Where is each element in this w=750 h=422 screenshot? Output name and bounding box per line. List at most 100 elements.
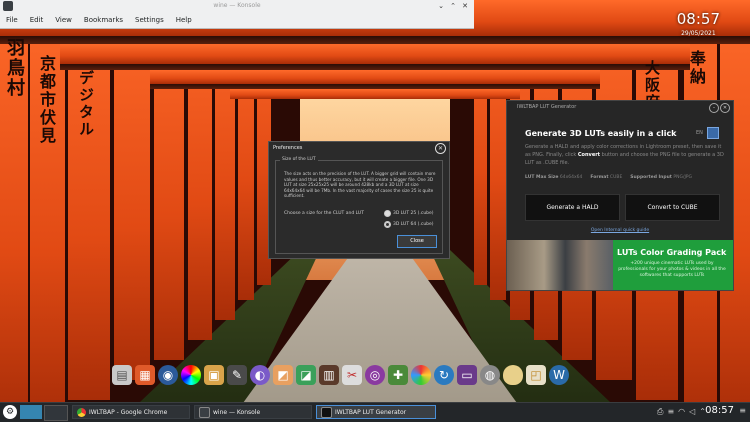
minimize-icon[interactable]: ⌄ [436,1,446,11]
clock-time: 08:57 [676,10,720,28]
preferences-dialog: Preferences ✕ Size of the LUT The size a… [268,141,450,259]
draw-icon[interactable]: ◪ [296,365,316,385]
virtual-desktop-1[interactable] [20,405,42,419]
stat-max-size: LUT Max Size 64x64x64 [525,175,582,180]
dock: ▤ ▦ ◉ ▣ ✎ ◐ ◩ ◪ ▥ ✂ ◎ ✚ ↻ ▭ ◍ ◰ W [112,365,569,385]
film-icon[interactable]: ▭ [457,365,477,385]
group-label: Size of the LUT [280,157,318,162]
close-icon[interactable]: ✕ [435,143,446,154]
puzzle-icon[interactable]: ✚ [388,365,408,385]
wallpaper-inscription: 京都市伏見 [37,55,56,145]
menubar: File Edit View Bookmarks Settings Help [0,12,198,28]
show-desktop-icon[interactable]: ≡ [739,406,746,415]
radio-unselected-icon[interactable] [384,210,391,217]
dialog-title: Preferences [273,145,303,151]
menu-file[interactable]: File [0,16,24,24]
task-lut-generator[interactable]: IWLTBAP LUT Generator [316,405,436,419]
torii-ceiling [150,70,600,84]
radio-selected-icon[interactable] [384,221,391,228]
wifi-icon[interactable]: ◠ [678,407,685,417]
promo-banner[interactable]: LUTs Color Grading Pack +200 unique cine… [507,240,733,290]
stat-value: CUBE [609,175,623,180]
quick-guide-link[interactable]: Open Internal quick guide [507,228,733,233]
task-label: IWLTBAP - Google Chrome [89,408,168,416]
menu-bookmarks[interactable]: Bookmarks [78,16,129,24]
convert-to-cube-button[interactable]: Convert to CUBE [625,194,720,221]
language-toggle[interactable] [707,127,719,139]
task-chrome[interactable]: IWLTBAP - Google Chrome [72,405,190,419]
image-editor-icon[interactable]: ◩ [273,365,293,385]
stat-label: Format [590,175,609,180]
radio-lut-25[interactable]: 3D LUT 25 (.cube) [384,210,434,217]
description-bold: Convert [577,152,601,158]
menu-help[interactable]: Help [170,16,198,24]
lut-generator-window: IWLTBAP LUT Generator – ✕ Generate 3D LU… [506,100,734,291]
eye-icon[interactable]: ◎ [365,365,385,385]
minimize-icon[interactable]: – [709,103,719,113]
generate-hald-button[interactable]: Generate a HALD [525,194,620,221]
egg-icon[interactable] [503,365,523,385]
book-icon[interactable]: ▥ [319,365,339,385]
office-icon[interactable]: ▦ [135,365,155,385]
close-button[interactable]: Close [397,235,437,248]
app-launcher-icon[interactable]: ⚙ [3,405,17,419]
app-description: Generate a HALD and apply color correcti… [525,143,725,167]
tools-icon[interactable]: ✂ [342,365,362,385]
printer-icon[interactable]: ⎙ [657,407,663,417]
choose-size-label: Choose a size for the CLUT and LUT [284,211,364,216]
stat-value: 64x64x64 [559,175,583,180]
desktop-clock: 08:57 29/05/2021 [677,10,720,37]
task-label: IWLTBAP LUT Generator [335,408,407,416]
language-label: EN [696,130,703,136]
taskbar: ⚙ IWLTBAP - Google Chrome wine — Konsole… [0,402,750,422]
torii-beam [0,36,750,44]
lut-stats: LUT Max Size 64x64x64 Format CUBE Suppor… [525,175,725,180]
paint-icon[interactable]: ✎ [227,365,247,385]
volume-icon[interactable]: ◁ [689,407,695,417]
radio-label: 3D LUT 64 (.cube) [393,222,434,227]
maximize-icon[interactable]: ⌃ [448,1,458,11]
stat-label: LUT Max Size [525,175,559,180]
wallpaper-inscription: 奉納 [687,50,706,86]
clock-date: 29/05/2021 [681,30,716,37]
close-icon[interactable]: ✕ [460,1,470,11]
promo-title: LUTs Color Grading Pack [617,248,727,257]
swirl-icon[interactable]: ↻ [434,365,454,385]
terminal-icon [199,406,210,418]
stat-label: Supported Input [630,175,672,180]
stat-input: Supported Input PNG/JPG [630,175,692,180]
wallpaper-inscription: デジタル [77,70,95,138]
files-icon[interactable]: ▤ [112,365,132,385]
lut-size-group: Size of the LUT The size acts on the pre… [275,157,443,254]
lut-app-icon [321,406,332,418]
frame-icon[interactable]: ◰ [526,365,546,385]
tray-menu-icon[interactable]: ≡ [667,407,674,417]
close-icon[interactable]: ✕ [720,103,730,113]
chrome-icon [77,407,86,417]
photo-icon[interactable]: ▣ [204,365,224,385]
wallpaper-inscription: 羽鳥村 [4,38,25,98]
promo-photos [507,240,613,290]
task-konsole[interactable]: wine — Konsole [194,405,312,419]
stat-value: PNG/JPG [673,175,693,180]
taskbar-clock[interactable]: 08:57 [705,405,734,416]
torii-ceiling [230,89,520,99]
circle-icon[interactable] [411,365,431,385]
konsole-window: wine — Konsole ⌄ ⌃ ✕ File Edit View Book… [0,0,474,29]
stat-format: Format CUBE [590,175,622,180]
color-wheel-icon[interactable] [181,365,201,385]
menu-settings[interactable]: Settings [129,16,170,24]
virtual-desktop-2[interactable] [44,405,68,421]
radio-lut-64[interactable]: 3D LUT 64 (.cube) [384,221,434,228]
menu-edit[interactable]: Edit [24,16,50,24]
cd-icon[interactable]: ◍ [480,365,500,385]
wordpress-icon[interactable]: W [549,365,569,385]
menu-view[interactable]: View [49,16,78,24]
browser-icon[interactable]: ◉ [158,365,178,385]
window-title: IWLTBAP LUT Generator [517,104,577,110]
app-heading: Generate 3D LUTs easily in a click [525,129,677,138]
radio-label: 3D LUT 25 (.cube) [393,211,434,216]
palette-icon[interactable]: ◐ [250,365,270,385]
window-title: wine — Konsole [213,2,261,9]
torii-ceiling [60,44,690,64]
